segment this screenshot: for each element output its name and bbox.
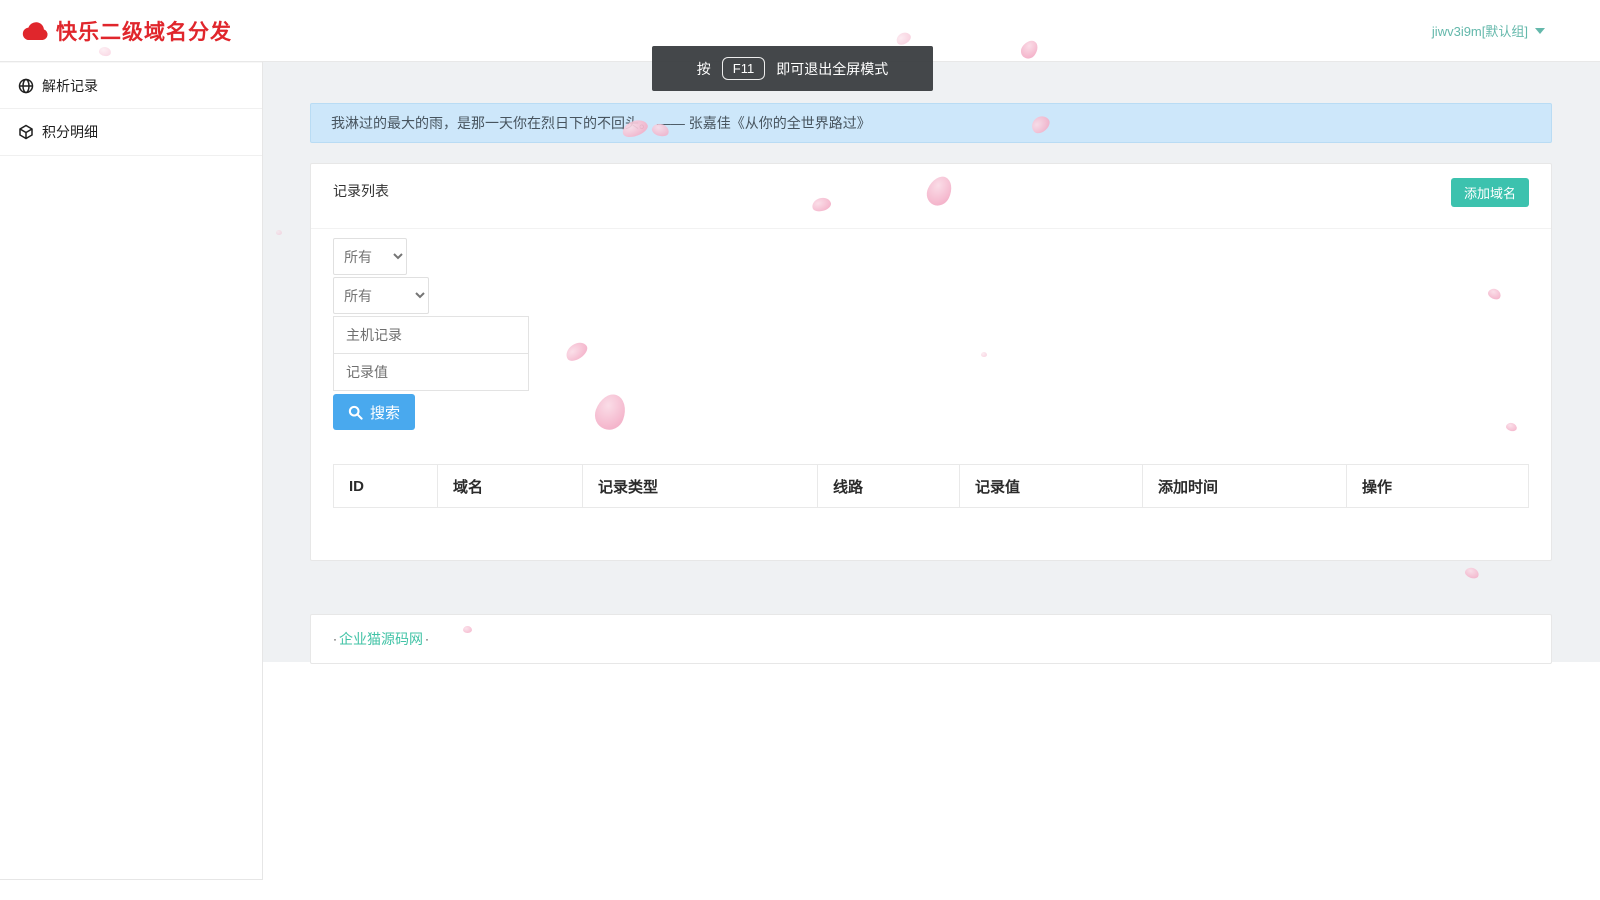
sidebar: 解析记录 积分明细 [0, 62, 263, 880]
host-record-input[interactable] [333, 316, 529, 354]
cube-icon [18, 124, 34, 140]
sidebar-item-resolution-records[interactable]: 解析记录 [0, 62, 262, 109]
sidebar-item-points-detail[interactable]: 积分明细 [0, 109, 262, 156]
caret-down-icon [1535, 28, 1545, 34]
brand-logo[interactable]: 快乐二级域名分发 [20, 16, 232, 46]
footer-decor-left: · [333, 632, 337, 646]
brand-title: 快乐二级域名分发 [56, 16, 232, 46]
toast-suffix: 即可退出全屏模式 [776, 59, 888, 79]
panel-title: 记录列表 [333, 183, 389, 199]
globe-icon [18, 78, 34, 94]
add-domain-button[interactable]: 添加域名 [1451, 178, 1529, 207]
records-table: ID 域名 记录类型 线路 记录值 添加时间 操作 [333, 464, 1529, 508]
search-icon [348, 405, 363, 420]
col-header-id: ID [334, 465, 438, 508]
search-button-label: 搜索 [370, 402, 400, 423]
col-header-add-time: 添加时间 [1143, 465, 1347, 508]
panel-heading: 记录列表 [311, 164, 1551, 229]
footer-panel: · 企业猫源码网 · [310, 614, 1552, 664]
col-header-record-type: 记录类型 [583, 465, 818, 508]
quote-notice-banner: 我淋过的最大的雨，是那一天你在烈日下的不回头。 —— 张嘉佳《从你的全世界路过》 [310, 103, 1552, 143]
search-button[interactable]: 搜索 [333, 394, 415, 430]
line-select[interactable]: 所有 [333, 277, 429, 314]
record-type-select[interactable]: 所有 [333, 238, 407, 275]
col-header-domain: 域名 [438, 465, 583, 508]
cloud-icon [20, 20, 50, 42]
panel-body: 所有 所有 搜索 [311, 229, 1551, 560]
quote-text: 我淋过的最大的雨，是那一天你在烈日下的不回头。 —— 张嘉佳《从你的全世界路过》 [331, 113, 871, 133]
user-menu[interactable]: jiwv3i9m[默认组] [1432, 21, 1545, 40]
table-header-row: ID 域名 记录类型 线路 记录值 添加时间 操作 [334, 465, 1529, 508]
toast-prefix: 按 [697, 59, 711, 79]
sidebar-item-label: 积分明细 [42, 122, 98, 142]
col-header-record-value: 记录值 [960, 465, 1143, 508]
user-name: jiwv3i9m[默认组] [1432, 21, 1528, 40]
footer-link[interactable]: 企业猫源码网 [339, 629, 423, 649]
fullscreen-exit-toast: 按 F11 即可退出全屏模式 [652, 46, 933, 91]
col-header-line: 线路 [818, 465, 960, 508]
f11-key-badge: F11 [722, 57, 765, 80]
main-content: 我淋过的最大的雨，是那一天你在烈日下的不回头。 —— 张嘉佳《从你的全世界路过》… [263, 62, 1600, 662]
col-header-actions: 操作 [1347, 465, 1529, 508]
footer-decor-right: · [425, 632, 429, 646]
record-value-input[interactable] [333, 353, 529, 391]
sidebar-item-label: 解析记录 [42, 76, 98, 96]
record-list-panel: 记录列表 添加域名 所有 所有 搜索 [310, 163, 1552, 561]
